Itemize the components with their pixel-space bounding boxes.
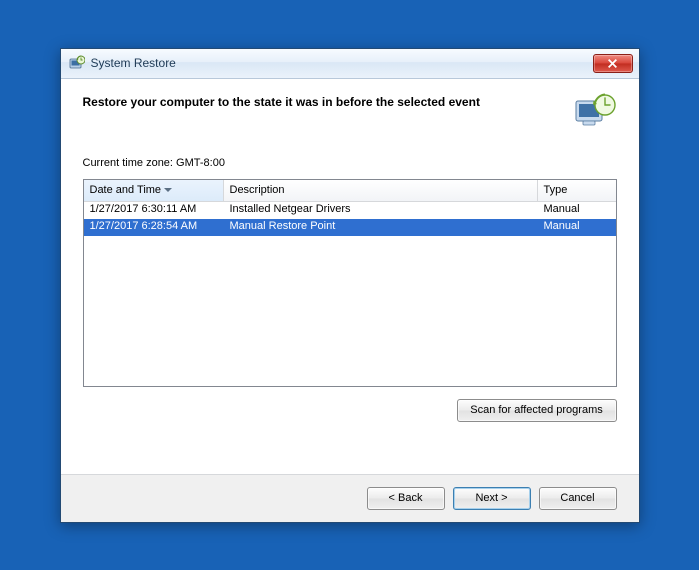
column-header-date-label: Date and Time	[90, 184, 162, 196]
column-header-description[interactable]: Description	[224, 180, 538, 201]
close-button[interactable]	[593, 54, 633, 73]
restore-points-table: Date and Time Description Type 1/27/2017…	[83, 179, 617, 387]
timezone-label: Current time zone: GMT-8:00	[83, 157, 617, 169]
column-header-type[interactable]: Type	[538, 180, 616, 201]
scan-affected-programs-button[interactable]: Scan for affected programs	[457, 399, 617, 422]
column-header-date[interactable]: Date and Time	[84, 180, 224, 201]
system-restore-icon	[69, 55, 85, 71]
content-area: Restore your computer to the state it wa…	[61, 79, 639, 474]
column-header-type-label: Type	[544, 184, 568, 196]
table-actions: Scan for affected programs	[83, 399, 617, 432]
titlebar: System Restore	[61, 49, 639, 79]
system-restore-window: System Restore Restore your computer to …	[60, 48, 640, 523]
column-header-description-label: Description	[230, 184, 285, 196]
table-body[interactable]: 1/27/2017 6:30:11 AMInstalled Netgear Dr…	[84, 202, 616, 386]
sort-descending-icon	[164, 188, 172, 192]
cancel-button[interactable]: Cancel	[539, 487, 617, 510]
window-title: System Restore	[91, 56, 593, 70]
table-row[interactable]: 1/27/2017 6:28:54 AMManual Restore Point…	[84, 219, 616, 236]
cell-type: Manual	[538, 202, 616, 219]
wizard-footer: < Back Next > Cancel	[61, 474, 639, 522]
close-icon	[607, 58, 618, 69]
table-row[interactable]: 1/27/2017 6:30:11 AMInstalled Netgear Dr…	[84, 202, 616, 219]
cell-date: 1/27/2017 6:28:54 AM	[84, 219, 224, 236]
next-button[interactable]: Next >	[453, 487, 531, 510]
page-header: Restore your computer to the state it wa…	[83, 93, 617, 157]
back-button[interactable]: < Back	[367, 487, 445, 510]
cell-date: 1/27/2017 6:30:11 AM	[84, 202, 224, 219]
cell-description: Manual Restore Point	[224, 219, 538, 236]
table-header-row: Date and Time Description Type	[84, 180, 616, 202]
cell-type: Manual	[538, 219, 616, 236]
cell-description: Installed Netgear Drivers	[224, 202, 538, 219]
page-heading: Restore your computer to the state it wa…	[83, 93, 559, 109]
restore-computer-icon	[573, 93, 617, 129]
